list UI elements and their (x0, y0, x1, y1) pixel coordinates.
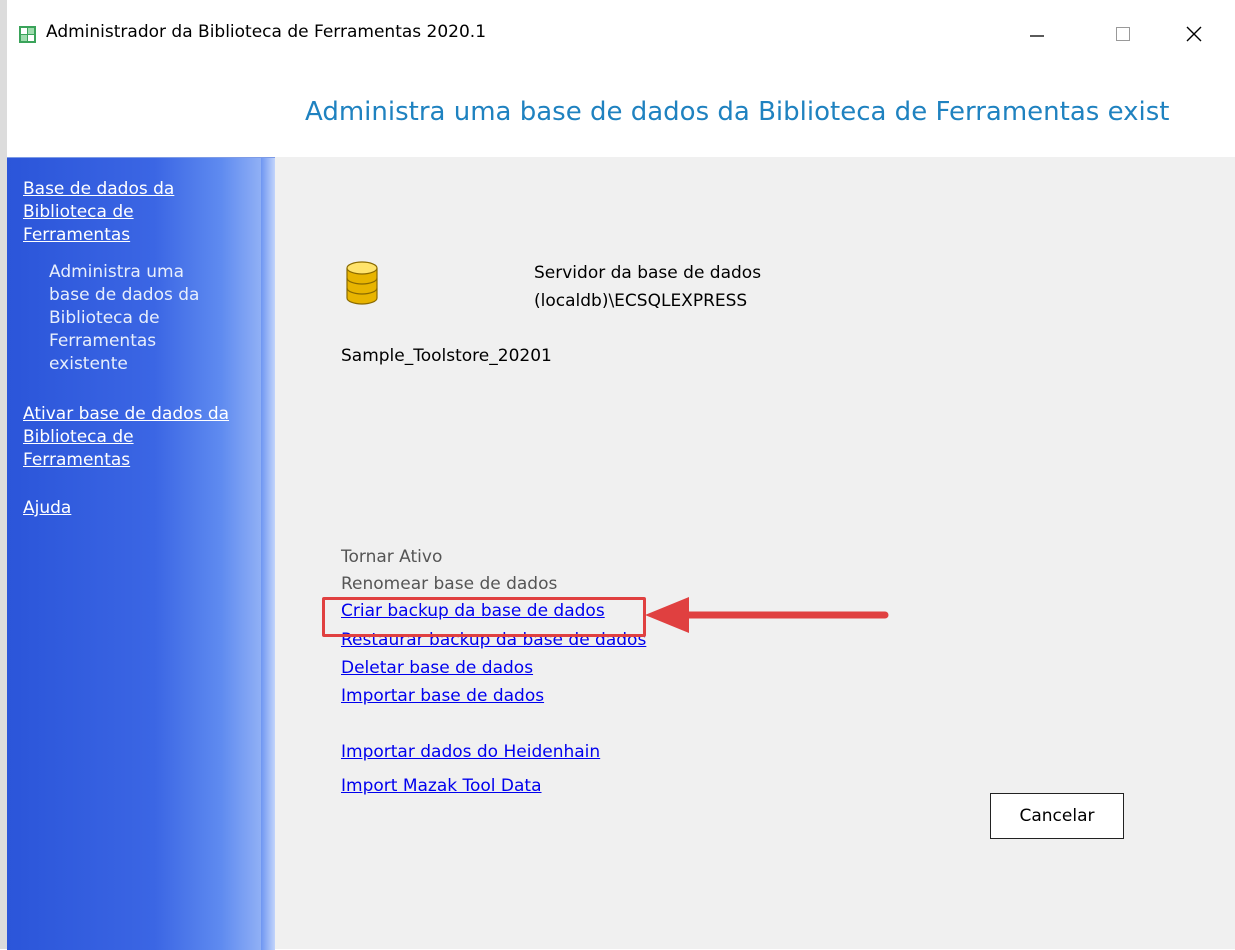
window-title: Administrador da Biblioteca de Ferrament… (46, 22, 487, 42)
database-icon (346, 261, 378, 305)
minimize-button[interactable] (1010, 12, 1064, 56)
database-server-info: Servidor da base de dados (localdb)\ECSQ… (534, 259, 761, 315)
arrow-icon (645, 597, 889, 633)
make-active-action: Tornar Ativo (341, 547, 443, 567)
import-heidenhain-link[interactable]: Importar dados do Heidenhain (341, 739, 600, 766)
rename-database-action: Renomear base de dados (341, 574, 558, 594)
sidebar-gradient-edge (261, 158, 275, 950)
sidebar-item-tool-library-database[interactable]: Base de dados da Biblioteca de Ferrament… (23, 178, 213, 247)
title-bar: Administrador da Biblioteca de Ferrament… (7, 0, 1235, 70)
app-grid-icon (19, 26, 36, 43)
cancel-button[interactable]: Cancelar (990, 793, 1124, 839)
server-value: (localdb)\ECSQLEXPRESS (534, 291, 748, 311)
server-label: Servidor da base de dados (534, 263, 762, 283)
sidebar-item-activate-database[interactable]: Ativar base de dados da Biblioteca de Fe… (23, 403, 238, 472)
import-mazak-link[interactable]: Import Mazak Tool Data (341, 773, 542, 800)
window-left-edge (0, 0, 7, 949)
import-database-link[interactable]: Importar base de dados (341, 683, 544, 710)
page-heading: Administra uma base de dados da Bibliote… (305, 97, 1170, 127)
minimize-icon (1030, 35, 1044, 37)
highlight-box (322, 597, 646, 637)
database-name: Sample_Toolstore_20201 (341, 346, 552, 366)
delete-database-link[interactable]: Deletar base de dados (341, 655, 533, 682)
sidebar-item-help[interactable]: Ajuda (23, 497, 71, 520)
maximize-button[interactable] (1096, 12, 1150, 56)
sidebar-item-description: Administra uma base de dados da Bibliote… (49, 262, 200, 374)
close-icon (1186, 26, 1202, 42)
sidebar: Base de dados da Biblioteca de Ferrament… (7, 157, 275, 950)
main-panel: Servidor da base de dados (localdb)\ECSQ… (275, 157, 1235, 949)
close-button[interactable] (1167, 12, 1221, 56)
maximize-icon (1116, 27, 1130, 41)
